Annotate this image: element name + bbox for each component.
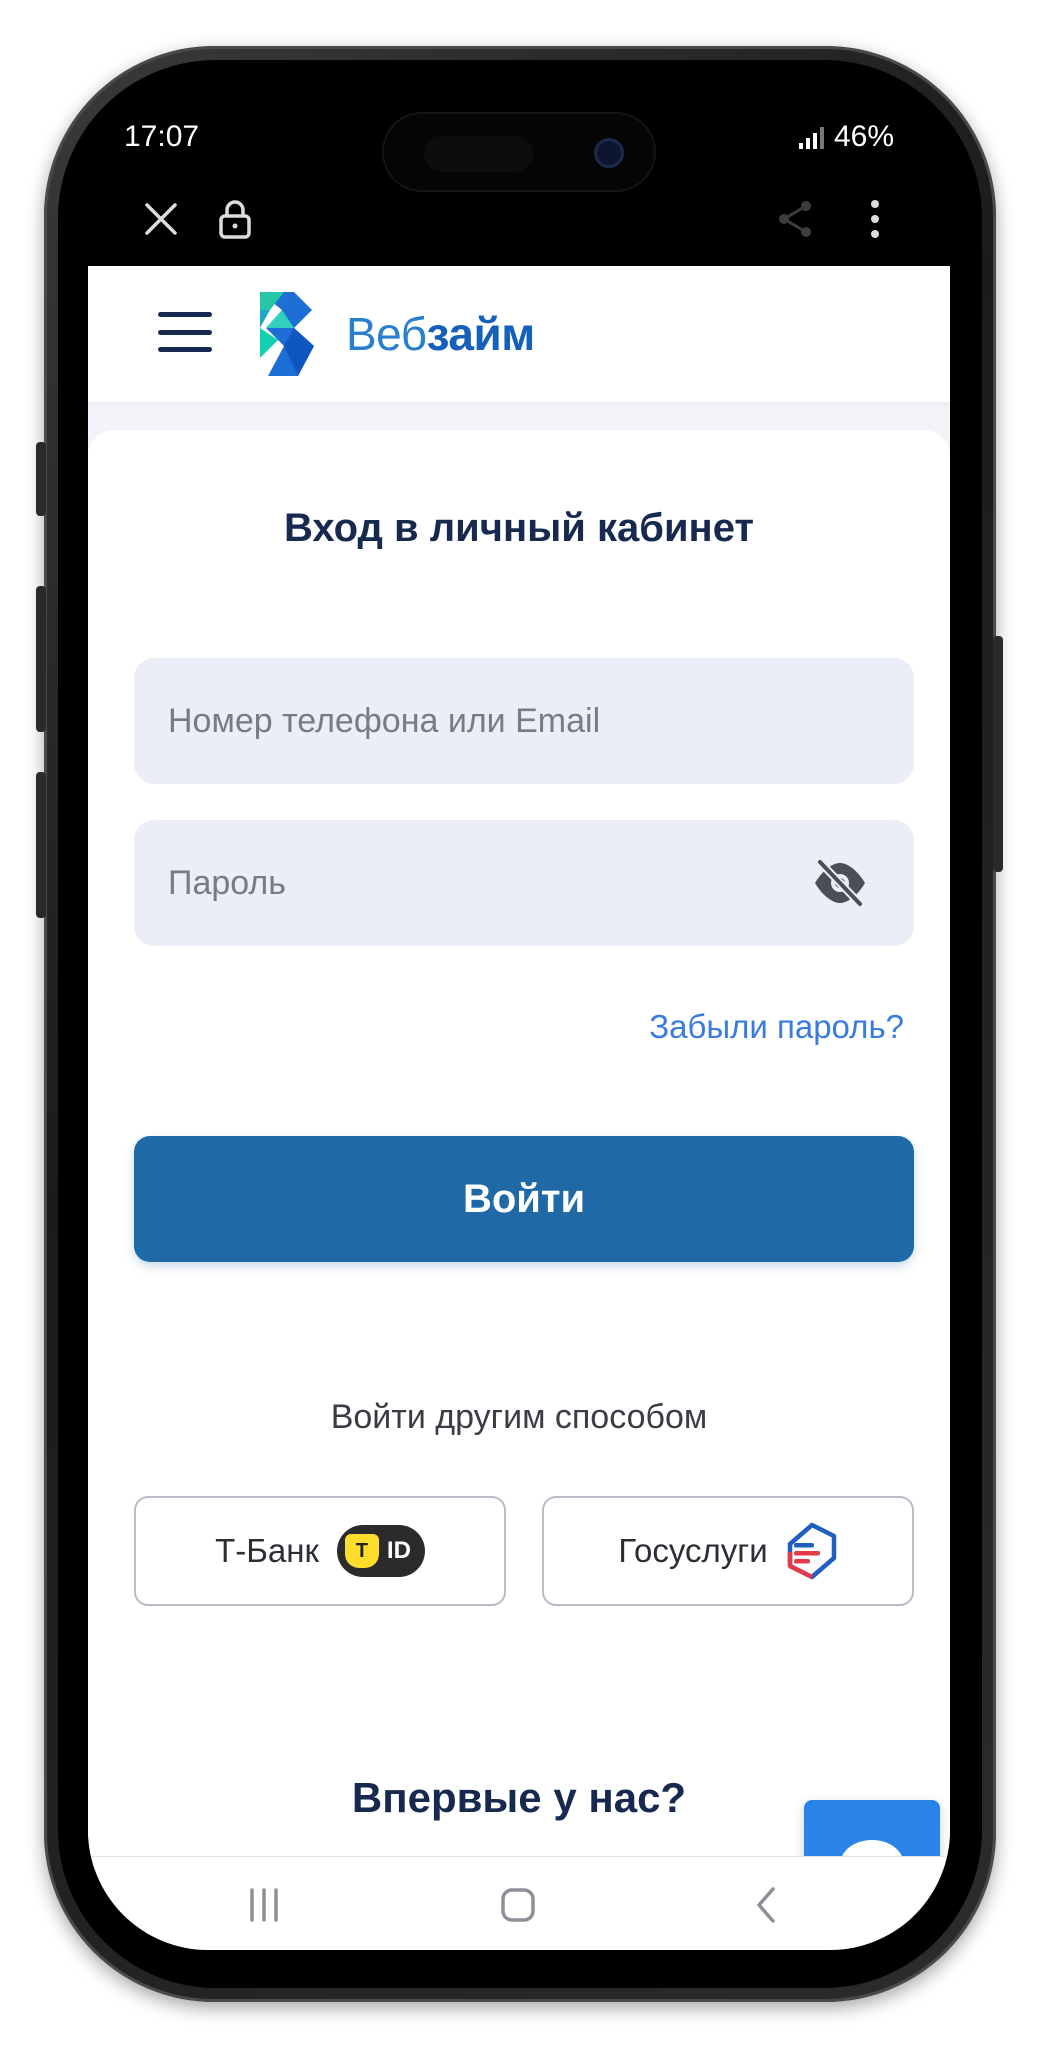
logo-mark-icon <box>260 292 314 376</box>
tbank-label: Т-Банк <box>215 1532 319 1569</box>
login-card: Вход в личный кабинет Забыли пароль? Вой… <box>88 430 950 1870</box>
lock-icon[interactable] <box>210 194 260 244</box>
share-icon[interactable] <box>770 194 820 244</box>
battery-level: 46% <box>833 120 894 153</box>
signal-icon <box>798 125 824 149</box>
brand-name: Вебзайм <box>346 307 535 361</box>
power-button <box>993 636 1003 872</box>
phone-email-input[interactable] <box>134 658 914 784</box>
page-title: Вход в личный кабинет <box>284 506 754 550</box>
site-header: Вебзайм <box>88 266 950 402</box>
volume-down-button <box>36 772 46 918</box>
tbank-login-button[interactable]: Т-Банк T ID <box>134 1496 506 1606</box>
close-icon[interactable] <box>136 194 186 244</box>
alt-login-title: Войти другим способом <box>330 1398 708 1436</box>
tbank-id-text: ID <box>386 1537 411 1564</box>
forgot-password-link[interactable]: Забыли пароль? <box>649 1008 904 1046</box>
brand-name-part2: займ <box>426 308 536 360</box>
android-nav-bar <box>88 1856 950 1950</box>
back-icon[interactable] <box>736 1877 796 1933</box>
status-bar: 17:07 46% <box>88 96 950 192</box>
gosuslugi-label: Госуслуги <box>618 1532 768 1569</box>
menu-icon[interactable] <box>158 312 212 352</box>
island-sensor <box>424 136 534 172</box>
tbank-shield-icon: T <box>344 1534 379 1568</box>
home-icon[interactable] <box>488 1877 548 1933</box>
eye-off-icon[interactable] <box>812 858 868 908</box>
password-input[interactable] <box>134 820 914 946</box>
camera-icon <box>594 138 624 168</box>
more-icon[interactable] <box>850 194 900 244</box>
status-indicators: 46% <box>798 120 894 154</box>
recent-apps-icon[interactable] <box>234 1877 294 1933</box>
gosuslugi-icon <box>787 1522 836 1580</box>
tbank-id-badge: T ID <box>336 1525 425 1577</box>
gosuslugi-login-button[interactable]: Госуслуги <box>542 1496 914 1606</box>
login-button[interactable]: Войти <box>134 1136 914 1262</box>
phone-screen: 17:07 46% Вебзайм Вход в личный кабинет … <box>88 96 950 1950</box>
status-time: 17:07 <box>124 120 200 153</box>
brand-logo[interactable]: Вебзайм <box>254 288 535 380</box>
volume-up-button <box>36 586 46 732</box>
browser-toolbar <box>88 176 950 266</box>
web-content: Вебзайм Вход в личный кабинет Забыли пар… <box>88 266 950 1936</box>
brand-name-part1: Веб <box>346 308 427 360</box>
action-button <box>36 442 46 516</box>
